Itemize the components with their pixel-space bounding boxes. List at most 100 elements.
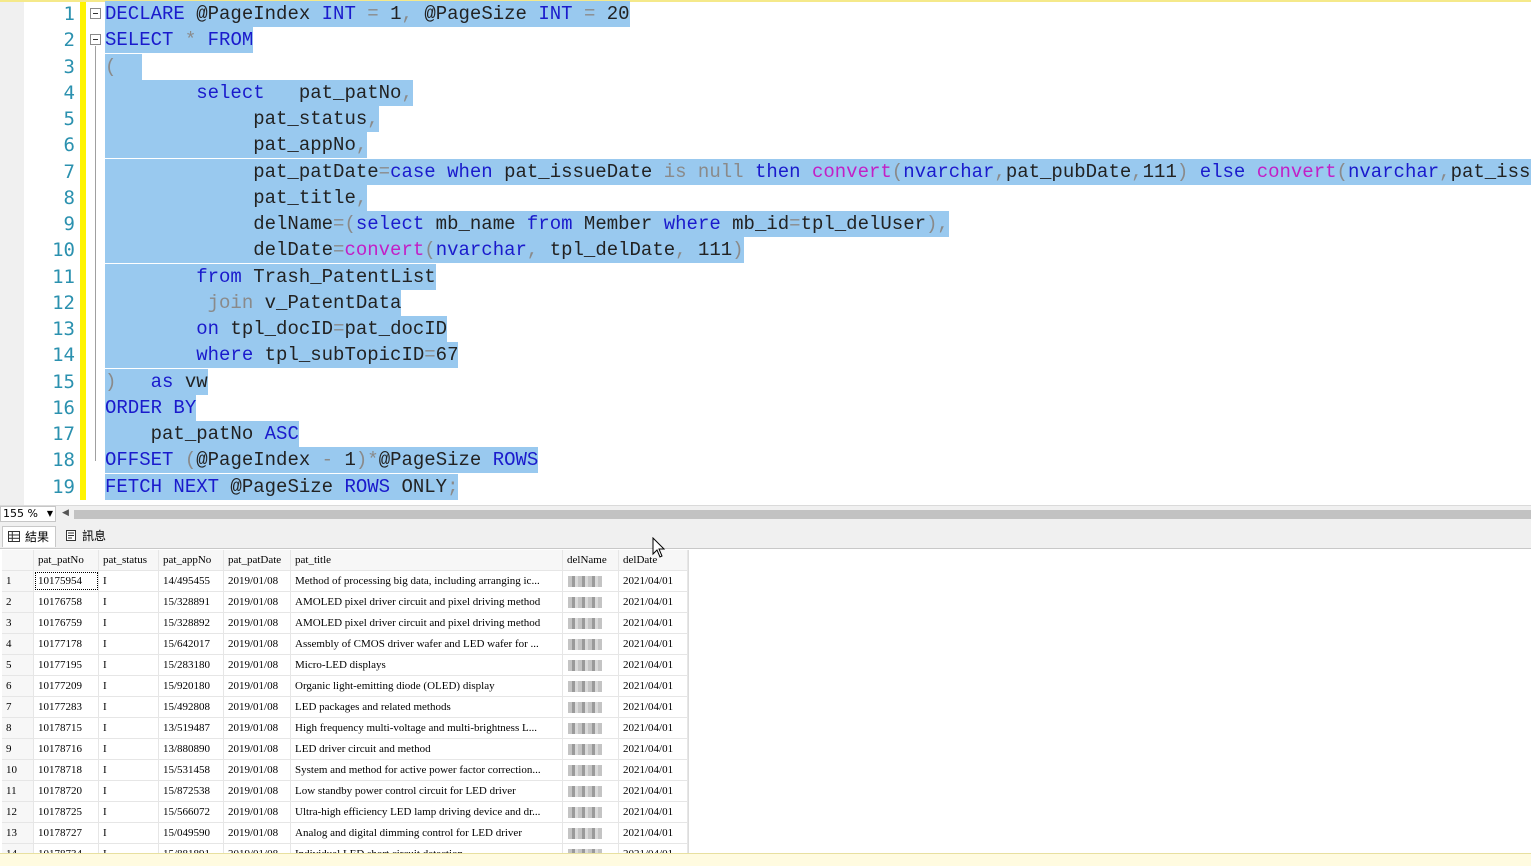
table-cell[interactable]: 15/492808 xyxy=(159,697,224,717)
row-number-cell[interactable]: 12 xyxy=(2,802,34,822)
table-cell[interactable]: 2019/01/08 xyxy=(224,760,291,780)
table-cell[interactable] xyxy=(563,802,619,822)
table-cell[interactable]: 2019/01/08 xyxy=(224,697,291,717)
table-cell[interactable]: I xyxy=(99,613,159,633)
table-cell[interactable]: 2019/01/08 xyxy=(224,634,291,654)
table-cell[interactable]: 2019/01/08 xyxy=(224,718,291,738)
table-cell[interactable]: Individual LED short circuit detection xyxy=(291,844,563,853)
table-cell[interactable]: 10178718 xyxy=(34,760,99,780)
table-cell[interactable]: 15/872538 xyxy=(159,781,224,801)
table-cell[interactable]: 15/881891 xyxy=(159,844,224,853)
code-line[interactable]: 14 where tpl_subTopicID=67 xyxy=(0,342,1531,369)
table-cell[interactable]: 10178716 xyxy=(34,739,99,759)
code-line[interactable]: 4 select pat_patNo, xyxy=(0,79,1531,106)
table-cell[interactable]: I xyxy=(99,739,159,759)
table-cell[interactable]: 15/642017 xyxy=(159,634,224,654)
table-cell[interactable]: 10178725 xyxy=(34,802,99,822)
table-cell[interactable]: 13/519487 xyxy=(159,718,224,738)
table-cell[interactable]: I xyxy=(99,781,159,801)
table-cell[interactable]: 2021/04/01 xyxy=(619,718,688,738)
code-line[interactable]: 3( xyxy=(0,53,1531,80)
column-header-pat-patno[interactable]: pat_patNo xyxy=(34,550,99,570)
table-cell[interactable]: Ultra-high efficiency LED lamp driving d… xyxy=(291,802,563,822)
table-row[interactable]: 4 10177178 I 15/642017 2019/01/08 Assembly of… xyxy=(2,634,688,655)
row-number-cell[interactable]: 8 xyxy=(2,718,34,738)
table-row[interactable]: 9 10178716 I 13/880890 2019/01/08 LED driver … xyxy=(2,739,688,760)
table-cell[interactable]: 10177209 xyxy=(34,676,99,696)
column-header-delname[interactable]: delName xyxy=(563,550,619,570)
row-number-cell[interactable]: 3 xyxy=(2,613,34,633)
table-cell[interactable]: 2019/01/08 xyxy=(224,571,291,591)
table-cell[interactable] xyxy=(563,823,619,843)
row-number-cell[interactable]: 4 xyxy=(2,634,34,654)
code-line[interactable]: 5 pat_status, xyxy=(0,106,1531,133)
table-cell[interactable]: 2021/04/01 xyxy=(619,613,688,633)
table-cell[interactable]: 2021/04/01 xyxy=(619,592,688,612)
table-cell[interactable]: Low standby power control circuit for LE… xyxy=(291,781,563,801)
table-cell[interactable] xyxy=(563,634,619,654)
table-cell[interactable] xyxy=(563,613,619,633)
column-header-pat-appno[interactable]: pat_appNo xyxy=(159,550,224,570)
table-cell[interactable]: 2021/04/01 xyxy=(619,802,688,822)
code-line[interactable]: 13 on tpl_docID=pat_docID xyxy=(0,316,1531,343)
table-row[interactable]: 1410178734I15/8818912019/01/08Individual… xyxy=(2,844,688,853)
query-editor[interactable]: 1 DECLARE @PageIndex INT = 1, @PageSize I… xyxy=(0,0,1531,505)
table-cell[interactable]: 2021/04/01 xyxy=(619,697,688,717)
row-number-cell[interactable]: 10 xyxy=(2,760,34,780)
table-cell[interactable]: 2021/04/01 xyxy=(619,844,688,853)
table-cell[interactable]: 2019/01/08 xyxy=(224,823,291,843)
row-number-cell[interactable]: 5 xyxy=(2,655,34,675)
table-cell[interactable]: I xyxy=(99,634,159,654)
table-cell[interactable]: 10176759 xyxy=(34,613,99,633)
column-header-pat-status[interactable]: pat_status xyxy=(99,550,159,570)
table-cell[interactable]: 2019/01/08 xyxy=(224,655,291,675)
code-line[interactable]: 11 from Trash_PatentList xyxy=(0,263,1531,290)
table-cell[interactable] xyxy=(563,592,619,612)
table-row[interactable]: 8 10178715 I 13/519487 2019/01/08 High freque… xyxy=(2,718,688,739)
code-line[interactable]: 6 pat_appNo, xyxy=(0,132,1531,159)
table-cell[interactable]: System and method for active power facto… xyxy=(291,760,563,780)
table-cell[interactable] xyxy=(563,655,619,675)
code-line[interactable]: 19 FETCH NEXT @PageSize ROWS ONLY; xyxy=(0,473,1531,500)
row-number-cell[interactable]: 6 xyxy=(2,676,34,696)
code-line[interactable]: 18 OFFSET (@PageIndex - 1)*@PageSize ROWS xyxy=(0,447,1531,474)
table-cell[interactable]: I xyxy=(99,697,159,717)
tab-messages[interactable]: 訊息 xyxy=(60,526,112,546)
table-cell[interactable] xyxy=(563,571,619,591)
table-cell[interactable]: 2021/04/01 xyxy=(619,676,688,696)
table-cell[interactable] xyxy=(563,739,619,759)
code-line[interactable]: 10 delDate=convert(nvarchar, tpl_delDate… xyxy=(0,237,1531,264)
table-cell[interactable] xyxy=(563,760,619,780)
row-number-cell[interactable]: 11 xyxy=(2,781,34,801)
scroll-left-arrow-icon[interactable]: ◀ xyxy=(62,508,69,518)
table-cell[interactable]: 2021/04/01 xyxy=(619,760,688,780)
row-number-cell[interactable]: 14 xyxy=(2,844,34,853)
table-cell[interactable]: I xyxy=(99,823,159,843)
table-cell[interactable]: 2021/04/01 xyxy=(619,655,688,675)
results-grid[interactable]: pat_patNo pat_status pat_appNo pat_patDate p… xyxy=(2,550,688,853)
table-cell[interactable]: 2021/04/01 xyxy=(619,781,688,801)
table-cell[interactable]: I xyxy=(99,676,159,696)
table-cell[interactable]: 15/566072 xyxy=(159,802,224,822)
table-row[interactable]: 2 10176758 I 15/328891 2019/01/08 AMOLED pixe… xyxy=(2,592,688,613)
table-row[interactable]: 12 10178725 I 15/566072 2019/01/08 Ultra-high… xyxy=(2,802,688,823)
table-cell[interactable]: Method of processing big data, including… xyxy=(291,571,563,591)
code-line[interactable]: 15) as vw xyxy=(0,368,1531,395)
table-row[interactable]: 10 10178718 I 15/531458 2019/01/08 System and… xyxy=(2,760,688,781)
table-row[interactable]: 5 10177195 I 15/283180 2019/01/08 Micro-LED d… xyxy=(2,655,688,676)
table-row[interactable]: 1 10175954 I 14/495455 2019/01/08 Method of p… xyxy=(2,571,688,592)
table-cell[interactable]: 10175954 xyxy=(34,571,99,591)
table-cell[interactable]: I xyxy=(99,718,159,738)
table-cell[interactable]: 10178734 xyxy=(34,844,99,853)
table-cell[interactable]: 2019/01/08 xyxy=(224,781,291,801)
table-cell[interactable]: 15/328892 xyxy=(159,613,224,633)
table-cell[interactable]: 10178715 xyxy=(34,718,99,738)
table-cell[interactable]: I xyxy=(99,655,159,675)
table-row[interactable]: 11 10178720 I 15/872538 2019/01/08 Low standb… xyxy=(2,781,688,802)
code-line[interactable]: 17 pat_patNo ASC xyxy=(0,421,1531,448)
code-line[interactable]: 16 ORDER BY xyxy=(0,394,1531,421)
code-line[interactable]: 7 pat_patDate=case when pat_issueDate is… xyxy=(0,158,1531,185)
table-cell[interactable] xyxy=(563,781,619,801)
table-cell[interactable]: 2021/04/01 xyxy=(619,634,688,654)
table-cell[interactable]: Analog and digital dimming control for L… xyxy=(291,823,563,843)
